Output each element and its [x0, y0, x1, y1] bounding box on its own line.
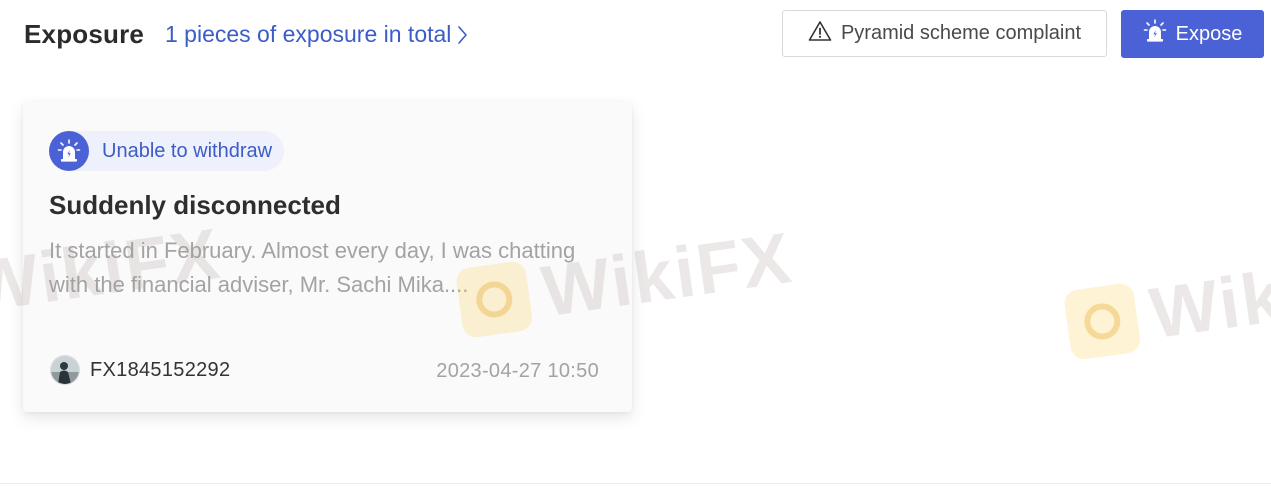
pyramid-scheme-complaint-button[interactable]: Pyramid scheme complaint: [782, 10, 1107, 57]
exposure-tag-label: Unable to withdraw: [102, 139, 273, 162]
author-name: FX1845152292: [90, 358, 231, 381]
siren-icon: [1143, 19, 1167, 49]
exposure-header: Exposure 1 pieces of exposure in total P…: [0, 0, 1271, 72]
avatar: [50, 355, 80, 385]
exposure-timestamp: 2023-04-27 10:50: [436, 360, 599, 382]
section-title: Exposure: [24, 19, 145, 49]
exposure-author: FX1845152292: [50, 355, 230, 385]
total-exposure-link[interactable]: 1 pieces of exposure in total: [165, 21, 468, 48]
complaint-button-label: Pyramid scheme complaint: [840, 22, 1082, 44]
divider: [0, 483, 1271, 484]
watermark-text: WikiFX: [1145, 240, 1271, 355]
expose-button[interactable]: Expose: [1121, 10, 1264, 58]
expose-button-label: Expose: [1175, 22, 1243, 45]
exposure-tag: Unable to withdraw: [49, 131, 285, 171]
warning-triangle-icon: [808, 20, 832, 48]
exposure-card[interactable]: Unable to withdraw Suddenly disconnected…: [23, 102, 632, 412]
watermark-logo-icon: [1062, 281, 1142, 361]
exposure-section: Exposure 1 pieces of exposure in total P…: [0, 0, 1271, 486]
chevron-right-icon: [457, 25, 468, 45]
total-exposure-link-label: 1 pieces of exposure in total: [165, 21, 452, 47]
exposure-title: Suddenly disconnected: [49, 190, 341, 220]
exposure-excerpt: It started in February. Almost every day…: [49, 238, 576, 297]
siren-icon: [49, 131, 89, 171]
watermark: WikiFX: [1062, 239, 1271, 367]
